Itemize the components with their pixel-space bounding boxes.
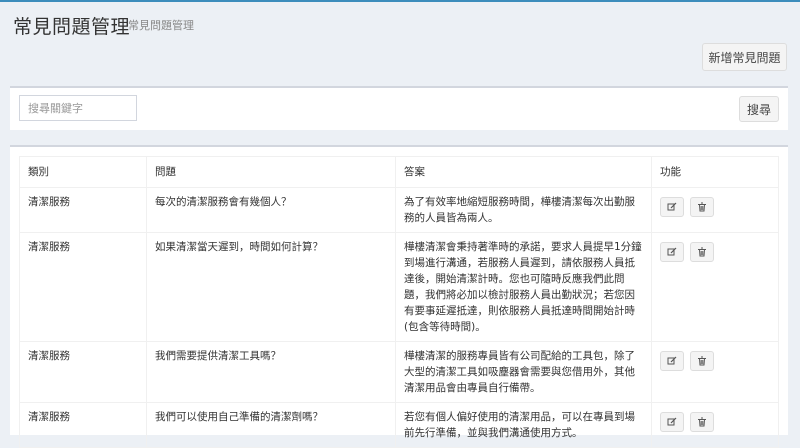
trash-icon bbox=[698, 417, 707, 427]
trash-icon bbox=[698, 247, 707, 257]
row-question: 我們可以使用自己準備的清潔劑嗎？ bbox=[146, 402, 396, 448]
row-answer: 樺樓清潔的服務專員皆有公司配給的工具包，除了大型的清潔工具如吸塵器會需要與您借用… bbox=[395, 341, 652, 403]
edit-icon bbox=[667, 202, 677, 211]
delete-button[interactable] bbox=[690, 412, 715, 432]
edit-button[interactable] bbox=[660, 242, 684, 262]
row-answer: 為了有效率地縮短服務時間，樺樓清潔每次出勤服務的人員皆為兩人。 bbox=[395, 187, 652, 233]
row-category: 清潔服務 bbox=[19, 402, 147, 448]
edit-button[interactable] bbox=[660, 412, 684, 432]
row-category: 清潔服務 bbox=[19, 341, 147, 403]
table-row: 清潔服務 我們需要提供清潔工具嗎？ 樺樓清潔的服務專員皆有公司配給的工具包，除了… bbox=[19, 341, 779, 403]
delete-button[interactable] bbox=[690, 351, 715, 371]
edit-icon bbox=[667, 247, 677, 256]
trash-icon bbox=[698, 356, 707, 366]
page-subtitle: 常見問題管理 bbox=[128, 19, 194, 32]
row-question: 每次的清潔服務會有幾個人？ bbox=[146, 187, 396, 233]
table-header-row: 類別 問題 答案 功能 bbox=[19, 156, 779, 188]
row-actions bbox=[651, 341, 779, 403]
row-question: 如果清潔當天遲到，時間如何計算？ bbox=[146, 232, 396, 342]
edit-button[interactable] bbox=[660, 197, 684, 217]
search-button[interactable]: 搜尋 bbox=[739, 96, 779, 122]
page-title: 常見問題管理 bbox=[13, 16, 131, 38]
add-faq-button[interactable]: 新增常見問題 bbox=[702, 43, 787, 71]
delete-button[interactable] bbox=[690, 197, 715, 217]
row-category: 清潔服務 bbox=[19, 187, 147, 233]
trash-icon bbox=[698, 202, 707, 212]
edit-icon bbox=[667, 417, 677, 426]
column-header-actions: 功能 bbox=[651, 156, 779, 188]
edit-button[interactable] bbox=[660, 351, 684, 371]
edit-icon bbox=[667, 356, 677, 365]
faq-table-panel: 類別 問題 答案 功能 清潔服務 每次的清潔服務會有幾個人？ 為了有效率地縮短服… bbox=[10, 145, 788, 448]
table-row: 清潔服務 每次的清潔服務會有幾個人？ 為了有效率地縮短服務時間，樺樓清潔每次出勤… bbox=[19, 187, 779, 233]
row-actions bbox=[651, 402, 779, 448]
column-header-category: 類別 bbox=[19, 156, 147, 188]
faq-table: 類別 問題 答案 功能 清潔服務 每次的清潔服務會有幾個人？ 為了有效率地縮短服… bbox=[19, 156, 779, 448]
row-category: 清潔服務 bbox=[19, 232, 147, 342]
row-answer: 樺樓清潔會秉持著準時的承諾，要求人員提早1分鐘到場進行溝通，若服務人員遲到，請依… bbox=[395, 232, 652, 342]
delete-button[interactable] bbox=[690, 242, 715, 262]
search-panel bbox=[10, 86, 788, 130]
column-header-answer: 答案 bbox=[395, 156, 652, 188]
table-row: 清潔服務 如果清潔當天遲到，時間如何計算？ 樺樓清潔會秉持著準時的承諾，要求人員… bbox=[19, 232, 779, 342]
row-answer: 若您有個人偏好使用的清潔用品，可以在專員到場前先行準備，並與我們溝通使用方式。 bbox=[395, 402, 652, 448]
column-header-question: 問題 bbox=[146, 156, 396, 188]
table-row: 清潔服務 我們可以使用自己準備的清潔劑嗎？ 若您有個人偏好使用的清潔用品，可以在… bbox=[19, 402, 779, 448]
row-actions bbox=[651, 187, 779, 233]
top-accent-line bbox=[0, 0, 800, 2]
search-input[interactable] bbox=[19, 95, 137, 121]
row-question: 我們需要提供清潔工具嗎？ bbox=[146, 341, 396, 403]
row-actions bbox=[651, 232, 779, 342]
